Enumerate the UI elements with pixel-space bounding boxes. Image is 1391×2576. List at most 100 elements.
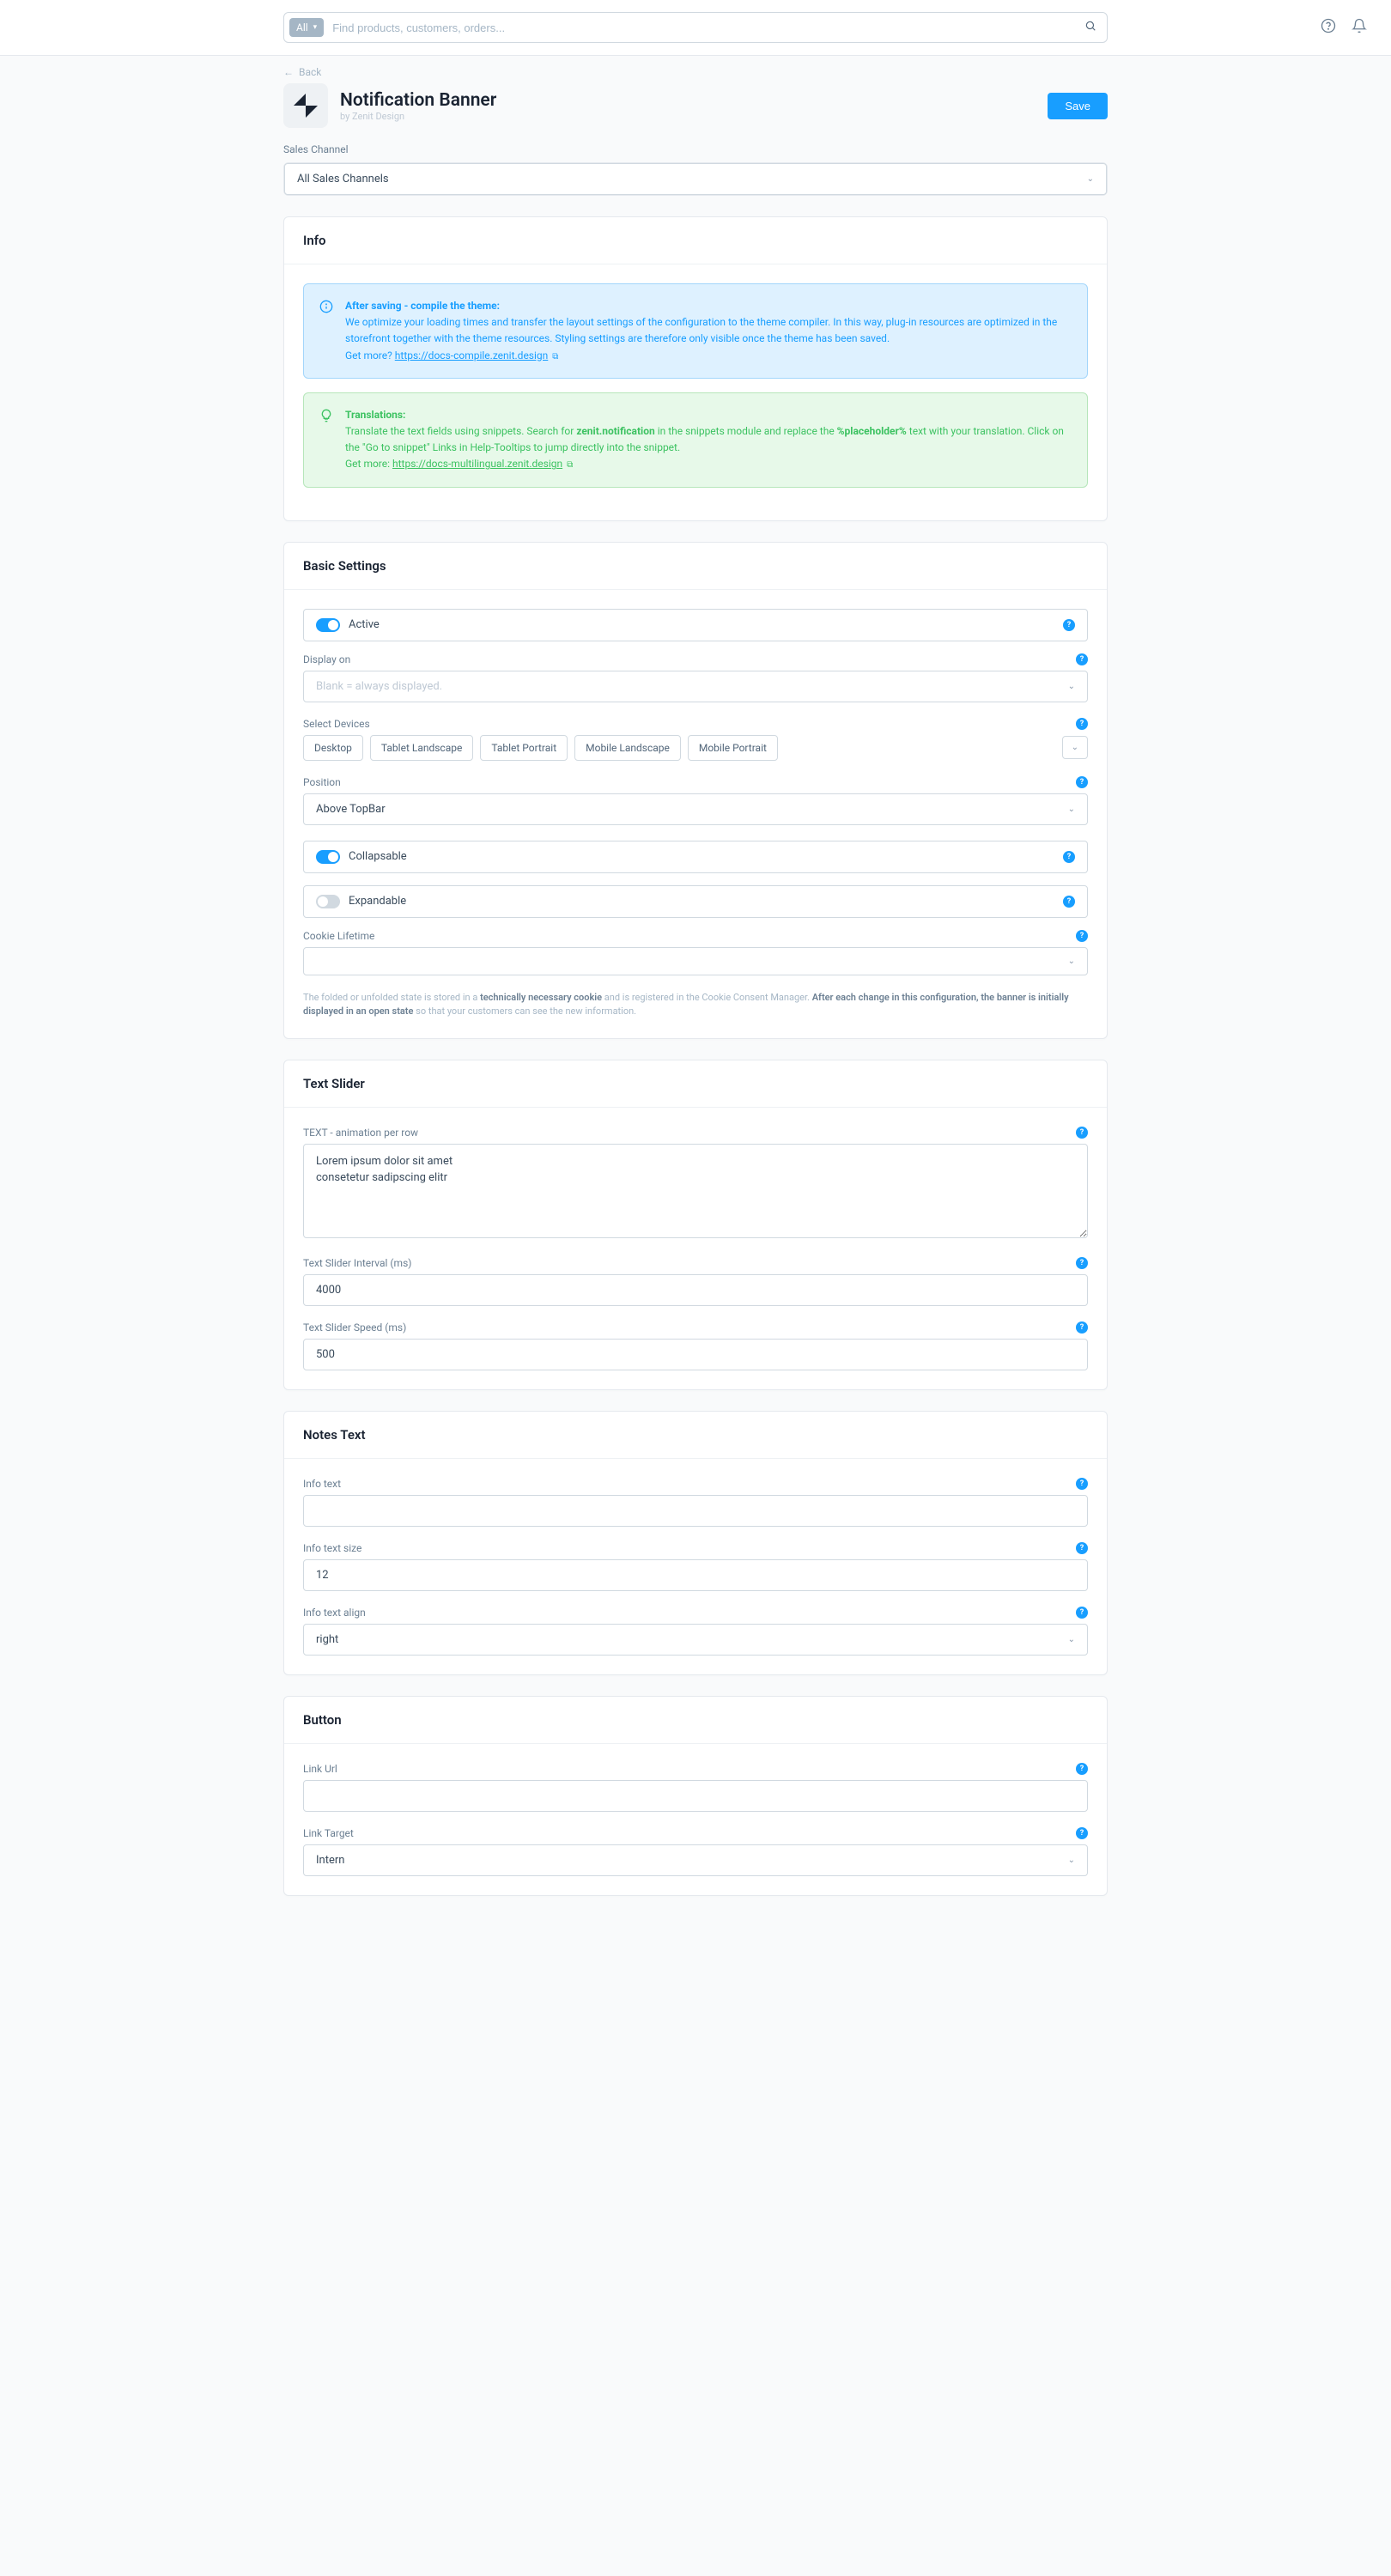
arrow-left-icon: ← [283,66,294,78]
select-devices-row: Desktop Tablet Landscape Tablet Portrait… [303,735,1088,761]
link-url-label: Link Url [303,1763,337,1775]
translations-link[interactable]: https://docs-multilingual.zenit.design [392,458,562,470]
cookie-lifetime-label: Cookie Lifetime [303,930,374,942]
link-target-value: Intern [316,1854,344,1867]
active-label: Active [349,618,1054,631]
expandable-row: Expandable ? [303,885,1088,918]
device-chip-tablet-landscape[interactable]: Tablet Landscape [370,735,473,761]
help-icon[interactable]: ? [1076,1827,1088,1839]
device-chip-tablet-portrait[interactable]: Tablet Portrait [480,735,568,761]
device-chip-desktop[interactable]: Desktop [303,735,363,761]
top-bar: All ▾ [0,0,1391,56]
help-icon[interactable]: ? [1076,718,1088,730]
external-link-icon: ⧉ [567,460,573,470]
help-icon[interactable]: ? [1076,1763,1088,1775]
translations-bold1: zenit.notification [576,425,654,437]
info-text-input[interactable] [303,1495,1088,1527]
help-icon[interactable]: ? [1076,930,1088,942]
info-text-align-select[interactable]: right ⌄ [303,1624,1088,1656]
page-title: Notification Banner [340,90,496,111]
chevron-down-icon: ⌄ [1068,805,1075,814]
display-on-placeholder: Blank = always displayed. [316,680,442,693]
help-icon[interactable]: ? [1076,653,1088,665]
collapsable-row: Collapsable ? [303,841,1088,873]
help-icon[interactable]: ? [1076,1607,1088,1619]
translations-alert: Translations: Translate the text fields … [303,392,1088,488]
slider-speed-input[interactable] [303,1339,1088,1370]
translations-getmore: Get more: [345,458,390,470]
cookie-hint: The folded or unfolded state is stored i… [303,991,1088,1019]
save-button[interactable]: Save [1048,93,1108,119]
help-icon[interactable]: ? [1063,896,1075,908]
collapsable-label: Collapsable [349,850,1054,863]
slider-interval-label: Text Slider Interval (ms) [303,1257,411,1269]
select-devices-label: Select Devices [303,718,370,730]
compile-body: We optimize your loading times and trans… [345,316,1057,344]
text-anim-textarea[interactable] [303,1144,1088,1238]
help-icon[interactable]: ? [1076,1542,1088,1554]
link-target-select[interactable]: Intern ⌄ [303,1844,1088,1876]
link-target-label: Link Target [303,1827,354,1839]
search-input[interactable] [329,21,1074,34]
text-anim-label: TEXT - animation per row [303,1127,418,1139]
compile-link[interactable]: https://docs-compile.zenit.design [395,349,549,361]
info-text-align-value: right [316,1633,338,1646]
info-card-title: Info [284,217,1107,264]
translations-body1: Translate the text fields using snippets… [345,425,576,437]
back-label: Back [299,66,321,78]
info-icon [319,300,333,364]
search-icon[interactable] [1084,20,1096,35]
search-scope-dropdown[interactable]: All ▾ [289,18,324,37]
expandable-toggle[interactable] [316,895,340,908]
help-icon[interactable]: ? [1076,1127,1088,1139]
collapsable-toggle[interactable] [316,850,340,864]
position-label: Position [303,776,341,788]
slider-speed-label: Text Slider Speed (ms) [303,1321,406,1334]
back-link[interactable]: ← Back [283,66,1108,78]
notes-text-title: Notes Text [284,1412,1107,1459]
active-toggle[interactable] [316,618,340,632]
sales-channel-select[interactable]: All Sales Channels ⌄ [284,163,1107,195]
global-search[interactable]: All ▾ [283,12,1108,43]
compile-heading: After saving - compile the theme: [345,300,500,312]
display-on-select[interactable]: Blank = always displayed. ⌄ [303,671,1088,702]
help-icon[interactable]: ? [1076,776,1088,788]
help-icon[interactable]: ? [1076,1478,1088,1490]
sales-channel-label: Sales Channel [283,143,1108,155]
notifications-icon[interactable] [1352,18,1367,37]
help-icon[interactable]: ? [1076,1321,1088,1334]
link-url-input[interactable] [303,1780,1088,1812]
button-card-title: Button [284,1697,1107,1744]
info-text-label: Info text [303,1478,341,1490]
page-author: by Zenit Design [340,111,496,122]
display-on-label: Display on [303,653,350,665]
position-select[interactable]: Above TopBar ⌄ [303,793,1088,825]
cookie-lifetime-select[interactable]: ⌄ [303,947,1088,975]
chevron-down-icon: ▾ [313,23,318,32]
compile-getmore: Get more? [345,349,392,361]
chevron-down-icon: ⌄ [1068,1635,1075,1644]
chevron-down-icon: ⌄ [1068,682,1075,691]
search-scope-label: All [296,21,308,33]
slider-interval-input[interactable] [303,1274,1088,1306]
device-chip-mobile-portrait[interactable]: Mobile Portrait [688,735,778,761]
info-text-size-input[interactable] [303,1559,1088,1591]
basic-settings-title: Basic Settings [284,543,1107,590]
help-icon[interactable]: ? [1076,1257,1088,1269]
help-icon[interactable]: ? [1063,851,1075,863]
devices-expand[interactable]: ⌄ [1062,736,1088,759]
active-row: Active ? [303,609,1088,641]
compile-alert: After saving - compile the theme: We opt… [303,283,1088,379]
help-icon[interactable] [1321,18,1336,37]
translations-heading: Translations: [345,409,405,421]
device-chip-mobile-landscape[interactable]: Mobile Landscape [574,735,681,761]
translations-body2: in the snippets module and replace the [655,425,837,437]
sales-channel-value: All Sales Channels [297,173,389,185]
info-text-align-label: Info text align [303,1607,366,1619]
text-slider-title: Text Slider [284,1060,1107,1108]
chevron-down-icon: ⌄ [1068,957,1075,966]
chevron-down-icon: ⌄ [1068,1856,1075,1865]
plugin-logo [283,83,328,128]
help-icon[interactable]: ? [1063,619,1075,631]
external-link-icon: ⧉ [552,352,558,361]
